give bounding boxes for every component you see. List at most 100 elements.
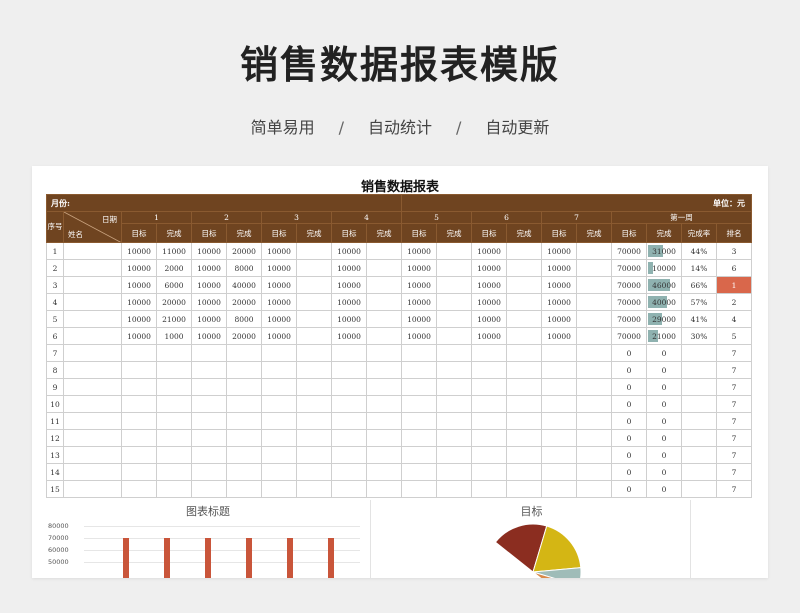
day-done-cell[interactable] <box>576 259 612 277</box>
day-target-cell[interactable] <box>471 361 507 379</box>
day-target-cell[interactable]: 10000 <box>471 242 507 260</box>
day-done-cell[interactable] <box>576 361 612 379</box>
day-done-cell[interactable] <box>156 446 192 464</box>
day-target-cell[interactable]: 10000 <box>541 276 577 294</box>
week-target-cell[interactable]: 0 <box>611 412 647 430</box>
day-target-cell[interactable]: 10000 <box>191 293 227 311</box>
week-target-cell[interactable]: 0 <box>611 480 647 498</box>
rate-cell[interactable] <box>681 463 717 481</box>
day-done-cell[interactable] <box>436 429 472 447</box>
day-done-cell[interactable] <box>436 276 472 294</box>
day-target-cell[interactable]: 10000 <box>541 327 577 345</box>
day-target-cell[interactable]: 10000 <box>191 276 227 294</box>
rank-cell[interactable]: 7 <box>716 429 752 447</box>
day-target-cell[interactable] <box>541 378 577 396</box>
day-target-cell[interactable] <box>541 446 577 464</box>
day-target-cell[interactable] <box>401 378 437 396</box>
name-cell[interactable] <box>63 310 122 328</box>
rate-cell[interactable]: 66% <box>681 276 717 294</box>
day-target-cell[interactable] <box>541 463 577 481</box>
day-target-cell[interactable] <box>401 412 437 430</box>
day-done-cell[interactable] <box>576 463 612 481</box>
week-done-cell[interactable]: 0 <box>646 344 682 362</box>
day-done-cell[interactable] <box>576 327 612 345</box>
day-done-cell[interactable]: 20000 <box>226 242 262 260</box>
name-cell[interactable] <box>63 259 122 277</box>
rank-cell[interactable]: 7 <box>716 395 752 413</box>
day-target-cell[interactable] <box>471 412 507 430</box>
day-done-cell[interactable] <box>576 429 612 447</box>
day-done-cell[interactable] <box>506 378 542 396</box>
day-done-cell[interactable] <box>156 480 192 498</box>
seq-cell[interactable]: 8 <box>46 361 64 379</box>
name-cell[interactable] <box>63 463 122 481</box>
day-target-cell[interactable]: 10000 <box>121 242 157 260</box>
day-done-cell[interactable] <box>506 446 542 464</box>
day-target-cell[interactable]: 10000 <box>401 259 437 277</box>
day-done-cell[interactable] <box>436 259 472 277</box>
day-done-cell[interactable] <box>436 310 472 328</box>
day-done-cell[interactable] <box>436 327 472 345</box>
day-done-cell[interactable] <box>366 276 402 294</box>
day-target-cell[interactable] <box>121 463 157 481</box>
day-done-cell[interactable] <box>506 327 542 345</box>
day-done-cell[interactable] <box>506 412 542 430</box>
day-done-cell[interactable] <box>436 242 472 260</box>
day-done-cell[interactable]: 11000 <box>156 242 192 260</box>
rate-cell[interactable] <box>681 480 717 498</box>
day-target-cell[interactable] <box>121 395 157 413</box>
day-done-cell[interactable] <box>576 293 612 311</box>
day-done-cell[interactable] <box>366 446 402 464</box>
week-target-cell[interactable]: 70000 <box>611 310 647 328</box>
week-done-cell[interactable]: 0 <box>646 412 682 430</box>
rate-cell[interactable] <box>681 378 717 396</box>
day-target-cell[interactable] <box>191 429 227 447</box>
day-target-cell[interactable] <box>121 344 157 362</box>
day-done-cell[interactable] <box>296 378 332 396</box>
day-done-cell[interactable] <box>366 480 402 498</box>
week-done-cell[interactable]: 0 <box>646 463 682 481</box>
day-target-cell[interactable] <box>331 412 367 430</box>
seq-cell[interactable]: 7 <box>46 344 64 362</box>
week-target-cell[interactable]: 0 <box>611 344 647 362</box>
name-cell[interactable] <box>63 344 122 362</box>
day-target-cell[interactable] <box>261 480 297 498</box>
day-target-cell[interactable]: 10000 <box>541 259 577 277</box>
day-target-cell[interactable]: 10000 <box>471 293 507 311</box>
day-target-cell[interactable]: 10000 <box>261 259 297 277</box>
day-done-cell[interactable] <box>156 361 192 379</box>
day-target-cell[interactable]: 10000 <box>541 293 577 311</box>
day-done-cell[interactable] <box>366 361 402 379</box>
day-target-cell[interactable]: 10000 <box>331 293 367 311</box>
day-target-cell[interactable] <box>121 429 157 447</box>
day-done-cell[interactable]: 20000 <box>226 327 262 345</box>
day-done-cell[interactable] <box>296 361 332 379</box>
day-target-cell[interactable]: 10000 <box>191 310 227 328</box>
day-target-cell[interactable] <box>541 429 577 447</box>
day-done-cell[interactable] <box>156 463 192 481</box>
name-cell[interactable] <box>63 480 122 498</box>
day-target-cell[interactable]: 10000 <box>471 259 507 277</box>
day-done-cell[interactable] <box>296 293 332 311</box>
day-done-cell[interactable] <box>436 446 472 464</box>
week-target-cell[interactable]: 0 <box>611 361 647 379</box>
day-done-cell[interactable] <box>296 429 332 447</box>
week-target-cell[interactable]: 70000 <box>611 276 647 294</box>
day-target-cell[interactable] <box>401 446 437 464</box>
week-target-cell[interactable]: 70000 <box>611 293 647 311</box>
seq-cell[interactable]: 3 <box>46 276 64 294</box>
name-cell[interactable] <box>63 412 122 430</box>
day-done-cell[interactable] <box>226 344 262 362</box>
rank-cell[interactable]: 3 <box>716 242 752 260</box>
day-target-cell[interactable] <box>401 429 437 447</box>
day-done-cell[interactable] <box>226 412 262 430</box>
day-done-cell[interactable] <box>576 412 612 430</box>
seq-cell[interactable]: 13 <box>46 446 64 464</box>
day-done-cell[interactable] <box>296 412 332 430</box>
day-target-cell[interactable] <box>331 480 367 498</box>
day-done-cell[interactable] <box>156 395 192 413</box>
rate-cell[interactable]: 44% <box>681 242 717 260</box>
rate-cell[interactable] <box>681 446 717 464</box>
day-done-cell[interactable] <box>506 310 542 328</box>
week-done-cell[interactable]: 0 <box>646 480 682 498</box>
